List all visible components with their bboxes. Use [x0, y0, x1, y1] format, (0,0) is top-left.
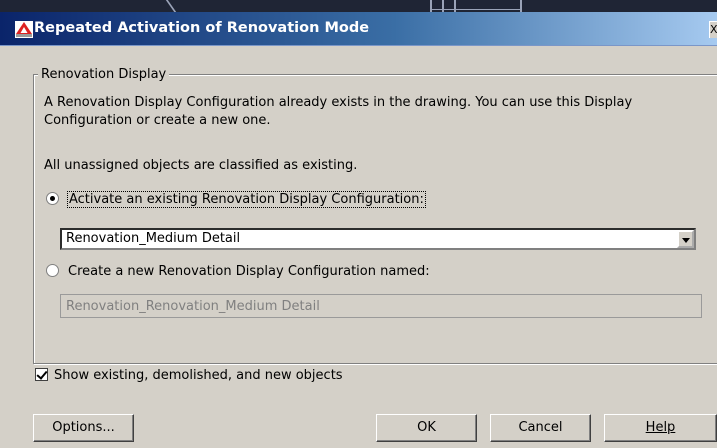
- show-objects-checkbox[interactable]: [35, 368, 48, 381]
- dropdown-value: Renovation_Medium Detail: [66, 231, 241, 246]
- close-icon: X: [710, 23, 717, 36]
- new-configuration-name-input[interactable]: [61, 295, 671, 317]
- help-button[interactable]: Help: [604, 414, 717, 442]
- radio-activate-existing[interactable]: Activate an existing Renovation Display …: [46, 191, 426, 208]
- create-new-label: Create a new Renovation Display Configur…: [68, 264, 430, 279]
- help-button-label: Help: [645, 420, 676, 435]
- description-text: A Renovation Display Configuration alrea…: [44, 95, 633, 128]
- ok-button[interactable]: OK: [376, 414, 477, 442]
- title-bar[interactable]: Repeated Activation of Renovation Mode X: [0, 12, 717, 46]
- background-app-strip: [0, 0, 717, 12]
- cancel-button[interactable]: Cancel: [490, 414, 591, 442]
- chevron-down-icon: [682, 238, 690, 243]
- renovation-dialog-body: Renovation Display A Renovation Display …: [0, 46, 717, 448]
- existing-configuration-dropdown[interactable]: Renovation_Medium Detail: [60, 228, 696, 250]
- options-button[interactable]: Options...: [33, 414, 134, 442]
- new-configuration-name-field[interactable]: [60, 294, 702, 318]
- group-legend: Renovation Display: [38, 67, 170, 82]
- radio-button-unchecked[interactable]: [46, 264, 59, 277]
- dropdown-arrow-button[interactable]: [677, 230, 694, 248]
- show-objects-checkbox-row[interactable]: Show existing, demolished, and new objec…: [35, 368, 343, 383]
- activate-existing-label: Activate an existing Renovation Display …: [67, 191, 426, 208]
- dialog-title: Repeated Activation of Renovation Mode: [34, 20, 370, 36]
- radio-create-new[interactable]: Create a new Renovation Display Configur…: [46, 264, 430, 279]
- show-objects-label: Show existing, demolished, and new objec…: [54, 368, 343, 383]
- checkmark-icon: [36, 368, 48, 380]
- unassigned-note: All unassigned objects are classified as…: [44, 158, 358, 173]
- radio-button-checked[interactable]: [46, 192, 59, 205]
- close-button[interactable]: X: [709, 21, 717, 38]
- autocad-architecture-app-icon: [15, 21, 33, 38]
